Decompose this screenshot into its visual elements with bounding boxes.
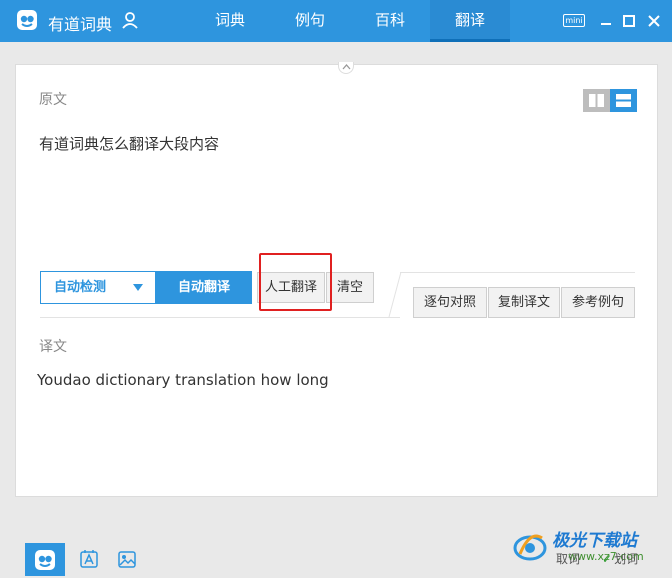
result-label: 译文 [39,339,67,355]
copy-translation-button[interactable]: 复制译文 [488,287,560,318]
main-nav: 词典 例句 百科 翻译 [190,0,510,42]
language-select-value: 自动检测 [54,280,107,295]
result-text: Youdao dictionary translation how long [37,371,329,389]
layout-stacked-button[interactable] [610,89,637,112]
home-button[interactable] [25,543,65,576]
text-translate-icon[interactable] [79,549,99,569]
mini-mode-button[interactable]: mini [563,14,585,27]
clear-button[interactable]: 清空 [326,272,374,303]
reference-examples-button[interactable]: 参考例句 [561,287,635,318]
annotation-highlight-box [259,253,332,311]
image-translate-icon[interactable] [117,549,137,569]
watermark-logo-icon [513,534,547,561]
youdao-logo-icon [17,10,37,30]
layout-side-by-side-button[interactable] [583,89,610,112]
toolbar-divider [40,317,400,318]
layout-toggle [583,89,637,112]
toolbar-divider-slant [388,272,402,317]
chevron-up-icon [342,64,351,70]
columns-icon [589,94,604,107]
sentence-compare-button[interactable]: 逐句对照 [413,287,487,318]
language-select[interactable]: 自动检测 [40,271,156,304]
tab-translate[interactable]: 翻译 [430,0,510,42]
auto-translate-button[interactable]: 自动翻译 [156,271,252,304]
close-icon[interactable] [645,12,663,30]
youdao-home-icon [35,549,55,570]
tab-dictionary[interactable]: 词典 [190,0,270,42]
toolbar-divider-right [400,272,635,273]
take-word-toggle[interactable]: 取词 [556,550,580,567]
rows-icon [616,94,631,107]
source-label: 原文 [39,92,67,108]
source-text-input[interactable]: 有道词典怎么翻译大段内容 [39,133,619,253]
watermark: 极光下载站 www.xz7.com [512,524,662,574]
dropdown-arrow-icon [133,284,143,291]
tab-encyclopedia[interactable]: 百科 [350,0,430,42]
title-bar: 有道词典 词典 例句 百科 翻译 mini [0,0,672,42]
take-word-label: 取词 [556,552,581,566]
watermark-title: 极光下载站 [552,531,637,551]
minimize-icon[interactable] [597,12,615,30]
tab-examples[interactable]: 例句 [270,0,350,42]
maximize-icon[interactable] [620,12,638,30]
app-title: 有道词典 [48,15,113,34]
select-word-label: 划词 [614,552,639,566]
select-word-toggle[interactable]: ✓ 划词 [602,550,638,567]
user-icon[interactable] [121,11,139,29]
check-icon: ✓ [602,552,613,566]
